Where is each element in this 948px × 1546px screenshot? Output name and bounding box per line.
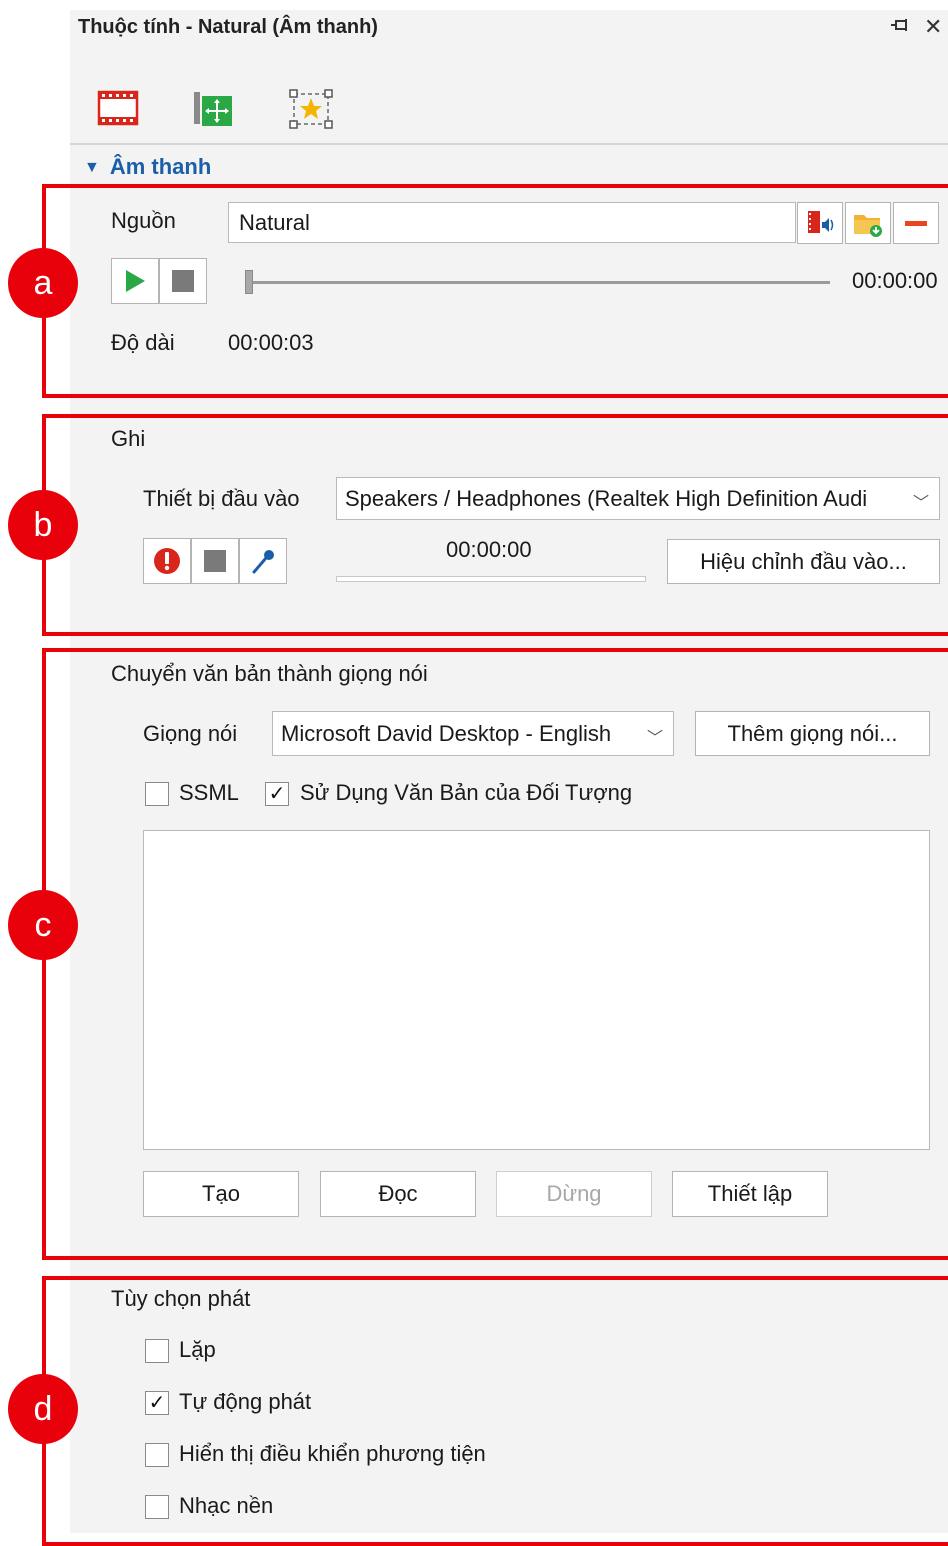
autoplay-checkbox[interactable]: ✓ (145, 1391, 169, 1415)
autoplay-label: Tự động phát (179, 1389, 312, 1414)
highlight-box-b (42, 414, 948, 636)
duration-value: 00:00:03 (228, 330, 314, 355)
loop-checkbox[interactable] (145, 1339, 169, 1363)
tts-text-area[interactable] (143, 830, 930, 1150)
voice-select[interactable]: Microsoft David Desktop - English ﹀ (272, 711, 674, 756)
source-field[interactable]: Natural (228, 202, 796, 243)
record-button[interactable] (143, 538, 191, 584)
collapse-triangle-icon: ▼ (84, 159, 100, 176)
seek-slider-track[interactable] (253, 281, 830, 284)
adjust-input-button[interactable]: Hiệu chỉnh đầu vào... (667, 539, 940, 584)
marker-c: c (8, 890, 78, 960)
section-title: Âm thanh (109, 154, 212, 179)
tts-title: Chuyển văn bản thành giọng nói (111, 661, 428, 686)
duration-label: Độ dài (111, 330, 175, 355)
playback-title: Tùy chọn phát (111, 1286, 251, 1311)
loop-label: Lặp (179, 1337, 216, 1362)
read-button[interactable]: Đọc (320, 1171, 476, 1217)
position-time: 00:00:00 (852, 268, 938, 293)
background-music-label: Nhạc nền (179, 1493, 274, 1518)
check-mark-icon: ✓ (148, 1392, 166, 1414)
stop-icon (172, 270, 194, 292)
source-label: Nguồn (111, 208, 176, 233)
use-object-text-checkbox[interactable]: ✓ (265, 782, 289, 806)
show-media-controls-label: Hiển thị điều khiển phương tiện (179, 1441, 486, 1466)
chevron-down-icon: ﹀ (912, 495, 929, 512)
record-stop-button[interactable] (191, 538, 239, 584)
audio-settings-button[interactable] (797, 202, 843, 244)
record-icon (154, 548, 180, 574)
add-voice-button[interactable]: Thêm giọng nói... (695, 711, 930, 756)
folder-icon (854, 215, 882, 237)
seek-slider-thumb[interactable] (245, 270, 253, 294)
source-value: Natural (239, 210, 310, 235)
microphone-button[interactable] (239, 538, 287, 584)
check-mark-icon: ✓ (268, 783, 286, 805)
pin-icon[interactable] (890, 16, 912, 42)
voice-value: Microsoft David Desktop - English (281, 721, 612, 746)
tab-move-image-icon[interactable] (190, 86, 238, 130)
play-icon (126, 270, 145, 292)
film-speaker-icon (808, 211, 834, 233)
tab-divider (70, 143, 948, 145)
background-music-checkbox[interactable] (145, 1495, 169, 1519)
tab-film-strip-icon[interactable] (97, 88, 141, 128)
record-time: 00:00:00 (446, 537, 532, 562)
record-title: Ghi (111, 426, 146, 451)
marker-a: a (8, 248, 78, 318)
ssml-checkbox[interactable] (145, 782, 169, 806)
remove-audio-button[interactable] (893, 202, 939, 244)
tts-settings-button[interactable]: Thiết lập (672, 1171, 828, 1217)
highlight-box-d (42, 1276, 948, 1546)
use-object-text-label: Sử Dụng Văn Bản của Đối Tượng (300, 780, 633, 805)
ssml-label: SSML (179, 780, 239, 805)
open-folder-button[interactable] (845, 202, 891, 244)
marker-b: b (8, 490, 78, 560)
input-device-select[interactable]: Speakers / Headphones (Realtek High Defi… (336, 477, 940, 520)
microphone-icon (252, 550, 274, 574)
tab-star-frame-icon[interactable] (286, 86, 336, 132)
chevron-down-icon: ﹀ (646, 730, 663, 747)
voice-label: Giọng nói (143, 721, 238, 746)
stop-reading-button[interactable]: Dừng (496, 1171, 652, 1217)
create-button[interactable]: Tạo (143, 1171, 299, 1217)
show-media-controls-checkbox[interactable] (145, 1443, 169, 1467)
stop-button[interactable] (159, 258, 207, 304)
input-device-value: Speakers / Headphones (Realtek High Defi… (345, 486, 868, 511)
minus-icon (905, 220, 927, 226)
section-header-audio[interactable]: ▼ Âm thanh (84, 154, 211, 180)
play-button[interactable] (111, 258, 159, 304)
panel-title: Thuộc tính - Natural (Âm thanh) (78, 16, 378, 38)
record-level-bar (336, 576, 646, 582)
stop-icon (204, 550, 226, 572)
close-icon[interactable]: ✕ (924, 14, 942, 40)
marker-d: d (8, 1374, 78, 1444)
input-device-label: Thiết bị đầu vào (143, 486, 300, 511)
